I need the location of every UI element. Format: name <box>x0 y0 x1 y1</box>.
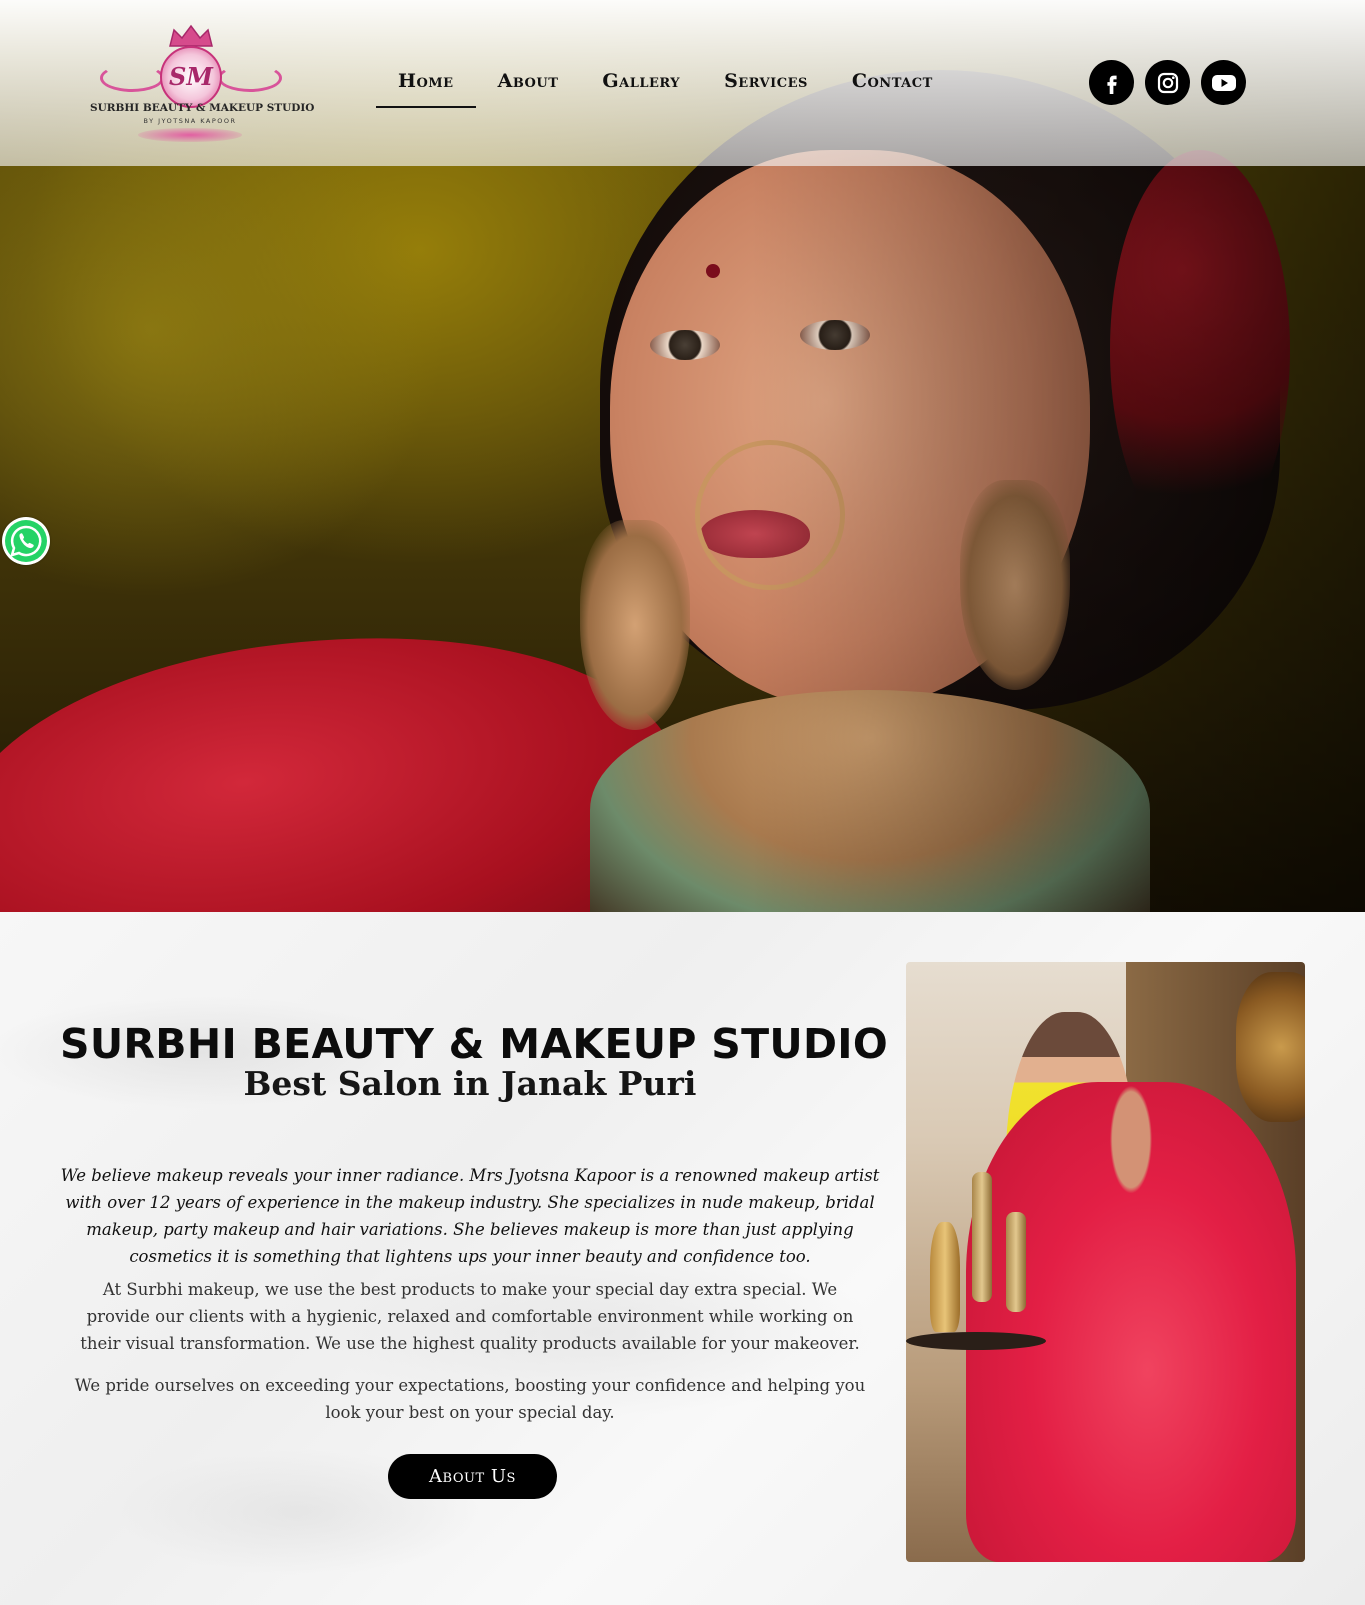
logo-swirl <box>100 64 164 92</box>
nav-services[interactable]: Services <box>702 66 830 108</box>
whatsapp-icon <box>5 520 47 562</box>
pride-paragraph: We pride ourselves on exceeding your exp… <box>74 1376 866 1422</box>
instagram-link[interactable] <box>1145 60 1190 105</box>
main-nav: Home About Gallery Services Contact <box>376 66 955 112</box>
logo-byline: BY JYOTSNA KAPOOR <box>143 117 237 125</box>
photo-table <box>906 1332 1046 1350</box>
studio-photo <box>906 962 1305 1562</box>
intro-paragraph: We believe makeup reveals your inner rad… <box>60 1166 880 1266</box>
photo-candle-stand <box>1006 1212 1026 1312</box>
nav-contact[interactable]: Contact <box>830 66 955 108</box>
youtube-link[interactable] <box>1201 60 1246 105</box>
facebook-link[interactable] <box>1089 60 1134 105</box>
facebook-icon <box>1106 75 1117 94</box>
whatsapp-button[interactable] <box>2 517 50 565</box>
site-logo[interactable]: SM SURBHI BEAUTY & MAKEUP STUDIO BY JYOT… <box>90 24 315 144</box>
nav-gallery[interactable]: Gallery <box>580 66 702 108</box>
about-us-button[interactable]: About Us <box>388 1454 557 1499</box>
photo-bride <box>966 1082 1296 1562</box>
products-paragraph: At Surbhi makeup, we use the best produc… <box>80 1280 860 1353</box>
studio-subtitle: Best Salon in Janak Puri <box>243 1064 697 1103</box>
nav-home[interactable]: Home <box>376 66 476 108</box>
nav-about[interactable]: About <box>476 66 581 108</box>
instagram-icon <box>1157 72 1178 93</box>
photo-mirror <box>1236 972 1305 1122</box>
logo-swirl <box>218 64 282 92</box>
youtube-icon <box>1211 74 1236 91</box>
logo-name: SURBHI BEAUTY & MAKEUP STUDIO <box>90 102 315 114</box>
photo-candle-stand <box>972 1172 992 1302</box>
studio-title: SURBHI BEAUTY & MAKEUP STUDIO <box>60 1020 889 1068</box>
social-links <box>1089 60 1246 105</box>
about-section: SURBHI BEAUTY & MAKEUP STUDIO Best Salon… <box>0 912 1365 1605</box>
photo-vase <box>930 1222 960 1332</box>
site-header: SM SURBHI BEAUTY & MAKEUP STUDIO BY JYOT… <box>0 0 1365 166</box>
logo-monogram: SM <box>169 62 213 91</box>
crown-icon <box>169 24 213 47</box>
logo-base-flourish <box>138 128 242 142</box>
